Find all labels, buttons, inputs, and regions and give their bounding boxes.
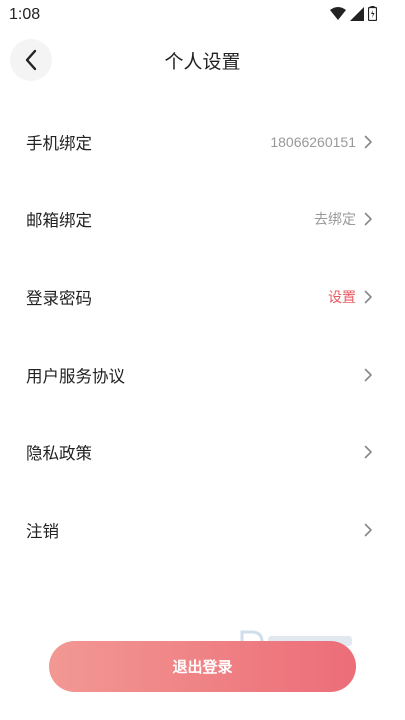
settings-row-deactivate[interactable]: 注销 xyxy=(0,491,405,569)
battery-icon xyxy=(368,6,377,21)
status-time: 1:08 xyxy=(9,6,41,23)
row-right: 18066260151 xyxy=(270,103,373,181)
chevron-right-icon xyxy=(364,135,372,149)
page-title: 个人设置 xyxy=(164,52,241,73)
chevron-right-icon xyxy=(364,368,372,381)
wifi-icon xyxy=(330,7,346,20)
header: 个人设置 xyxy=(0,36,405,84)
chevron-right-icon xyxy=(364,290,372,304)
settings-row-privacy-policy[interactable]: 隐私政策 xyxy=(0,413,405,491)
phone-number-value: 18066260151 xyxy=(270,133,356,150)
password-set-value: 设置 xyxy=(328,288,356,305)
settings-row-phone-binding[interactable]: 手机绑定 18066260151 xyxy=(0,103,405,181)
email-binding-value: 去绑定 xyxy=(314,211,356,228)
row-right xyxy=(364,491,373,569)
signal-icon xyxy=(350,6,364,21)
row-right: 去绑定 xyxy=(314,181,373,259)
row-label: 手机绑定 xyxy=(26,134,92,153)
settings-row-email-binding[interactable]: 邮箱绑定 去绑定 xyxy=(0,181,405,259)
settings-row-user-agreement[interactable]: 用户服务协议 xyxy=(0,336,405,414)
row-label: 隐私政策 xyxy=(26,445,92,464)
logout-button[interactable]: 退出登录 xyxy=(49,641,356,692)
chevron-right-icon xyxy=(364,523,372,537)
settings-row-login-password[interactable]: 登录密码 设置 xyxy=(0,258,405,336)
row-right xyxy=(364,336,373,414)
row-right xyxy=(364,413,373,491)
status-icons xyxy=(330,6,377,21)
row-label: 邮箱绑定 xyxy=(26,212,92,231)
settings-list: 手机绑定 18066260151 邮箱绑定 去绑定 登录密码 设置 用户服务协议… xyxy=(0,103,405,569)
chevron-right-icon xyxy=(364,213,372,226)
row-label: 登录密码 xyxy=(26,289,92,308)
row-label: 用户服务协议 xyxy=(26,367,125,386)
chevron-right-icon xyxy=(364,445,372,459)
row-label: 注销 xyxy=(26,522,59,541)
status-bar: 1:08 xyxy=(0,0,405,30)
row-right: 设置 xyxy=(328,258,373,336)
